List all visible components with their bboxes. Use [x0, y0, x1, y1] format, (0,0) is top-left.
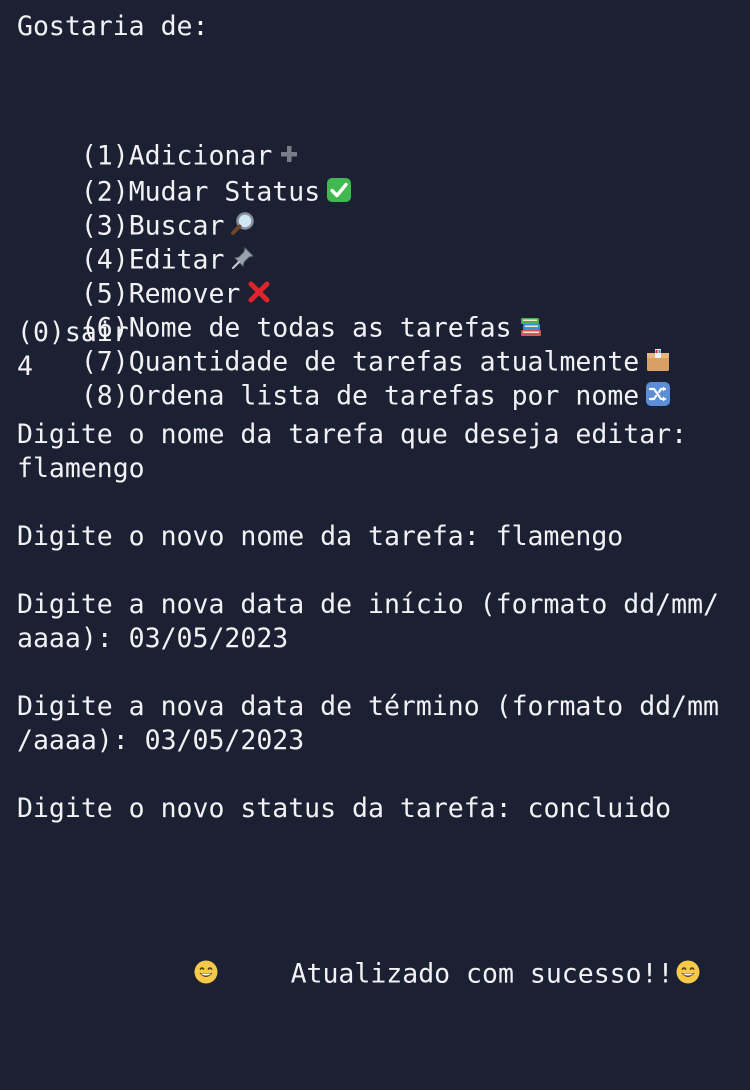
- answer-edit-name: flamengo: [17, 453, 145, 484]
- books-icon: [518, 245, 614, 407]
- prompt-new-name: Digite o novo nome da tarefa: flamengo: [17, 521, 624, 552]
- menu-title: Gostaria de:: [17, 11, 209, 42]
- menu-option-add: (1)Adicionar: [17, 44, 737, 172]
- cross-mark-icon: [246, 211, 342, 373]
- prompt-edit-name: Digite o nome da tarefa que deseja edita…: [17, 419, 688, 450]
- prompt-start-date: Digite a nova data de início (formato dd…: [17, 589, 719, 620]
- prompt-status: Digite o novo status da tarefa: concluid…: [17, 793, 672, 824]
- grinning-face-icon: [675, 891, 750, 1053]
- success-message: Atualizado com sucesso!!: [290, 958, 674, 990]
- prompt-end-date: Digite a nova data de término (formato d…: [17, 691, 719, 722]
- prompt-end-date-cont: /aaaa): 03/05/2023: [17, 725, 305, 756]
- shuffle-icon: [645, 313, 741, 475]
- grinning-face-icon: [193, 891, 289, 1053]
- prompt-start-date-cont: aaaa): 03/05/2023: [17, 623, 289, 654]
- success-message-line: Atualizado com sucesso!!: [129, 860, 737, 990]
- terminal-output: Gostaria de: (1)Adicionar (2)Mudar Statu…: [17, 10, 737, 990]
